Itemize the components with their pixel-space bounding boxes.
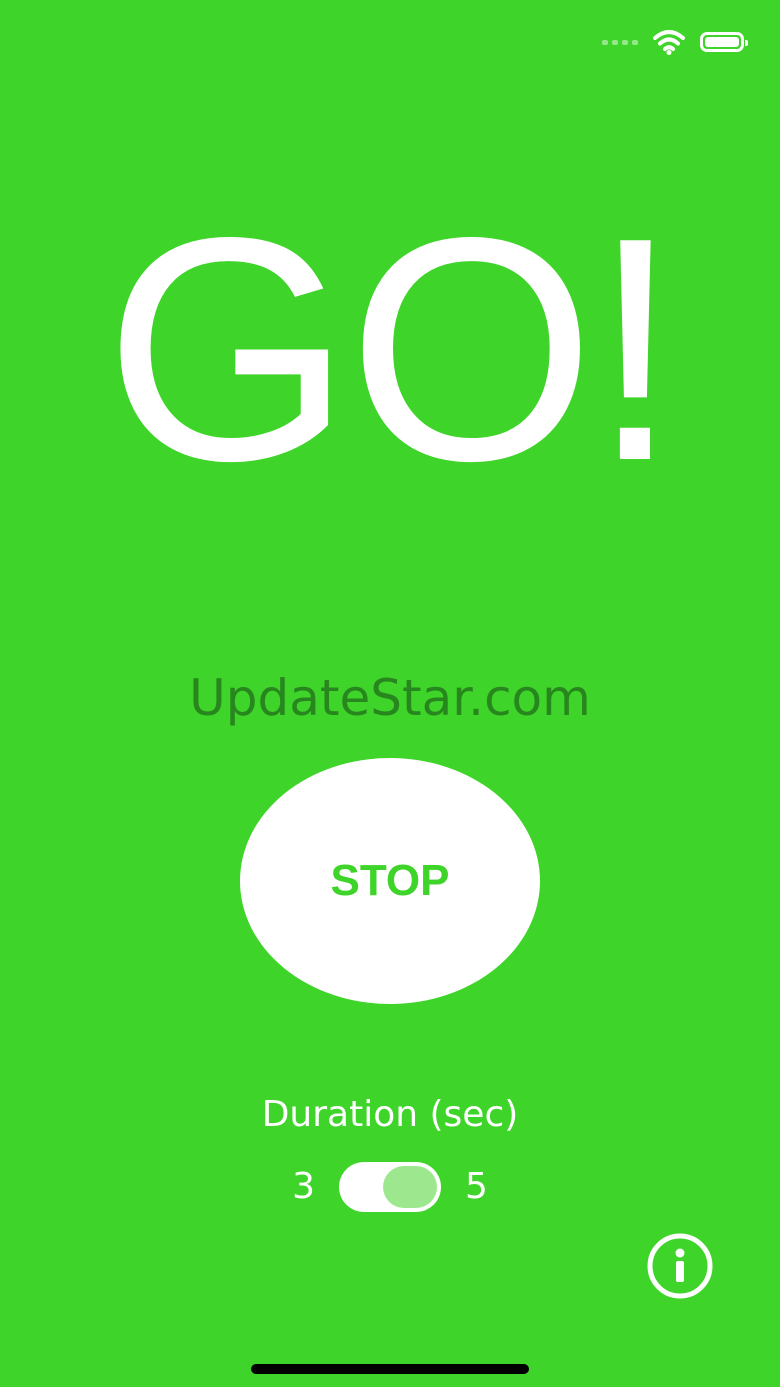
- status-bar: [602, 24, 748, 60]
- duration-label: Duration (sec): [261, 1094, 519, 1135]
- stop-button-label: STOP: [330, 856, 450, 905]
- stop-button[interactable]: STOP: [240, 758, 540, 1004]
- duration-toggle[interactable]: [339, 1162, 441, 1212]
- duration-min-label: 3: [292, 1166, 315, 1207]
- watermark-text: UpdateStar.com: [189, 669, 591, 727]
- info-icon[interactable]: [646, 1232, 714, 1300]
- battery-icon: [700, 32, 748, 52]
- toggle-knob: [383, 1166, 437, 1208]
- duration-selector: 3 5: [0, 1162, 780, 1212]
- wifi-icon: [653, 30, 685, 55]
- home-indicator[interactable]: [251, 1364, 529, 1374]
- cellular-signal-icon: [602, 39, 638, 45]
- duration-max-label: 5: [465, 1166, 488, 1207]
- go-headline: GO!: [104, 172, 679, 527]
